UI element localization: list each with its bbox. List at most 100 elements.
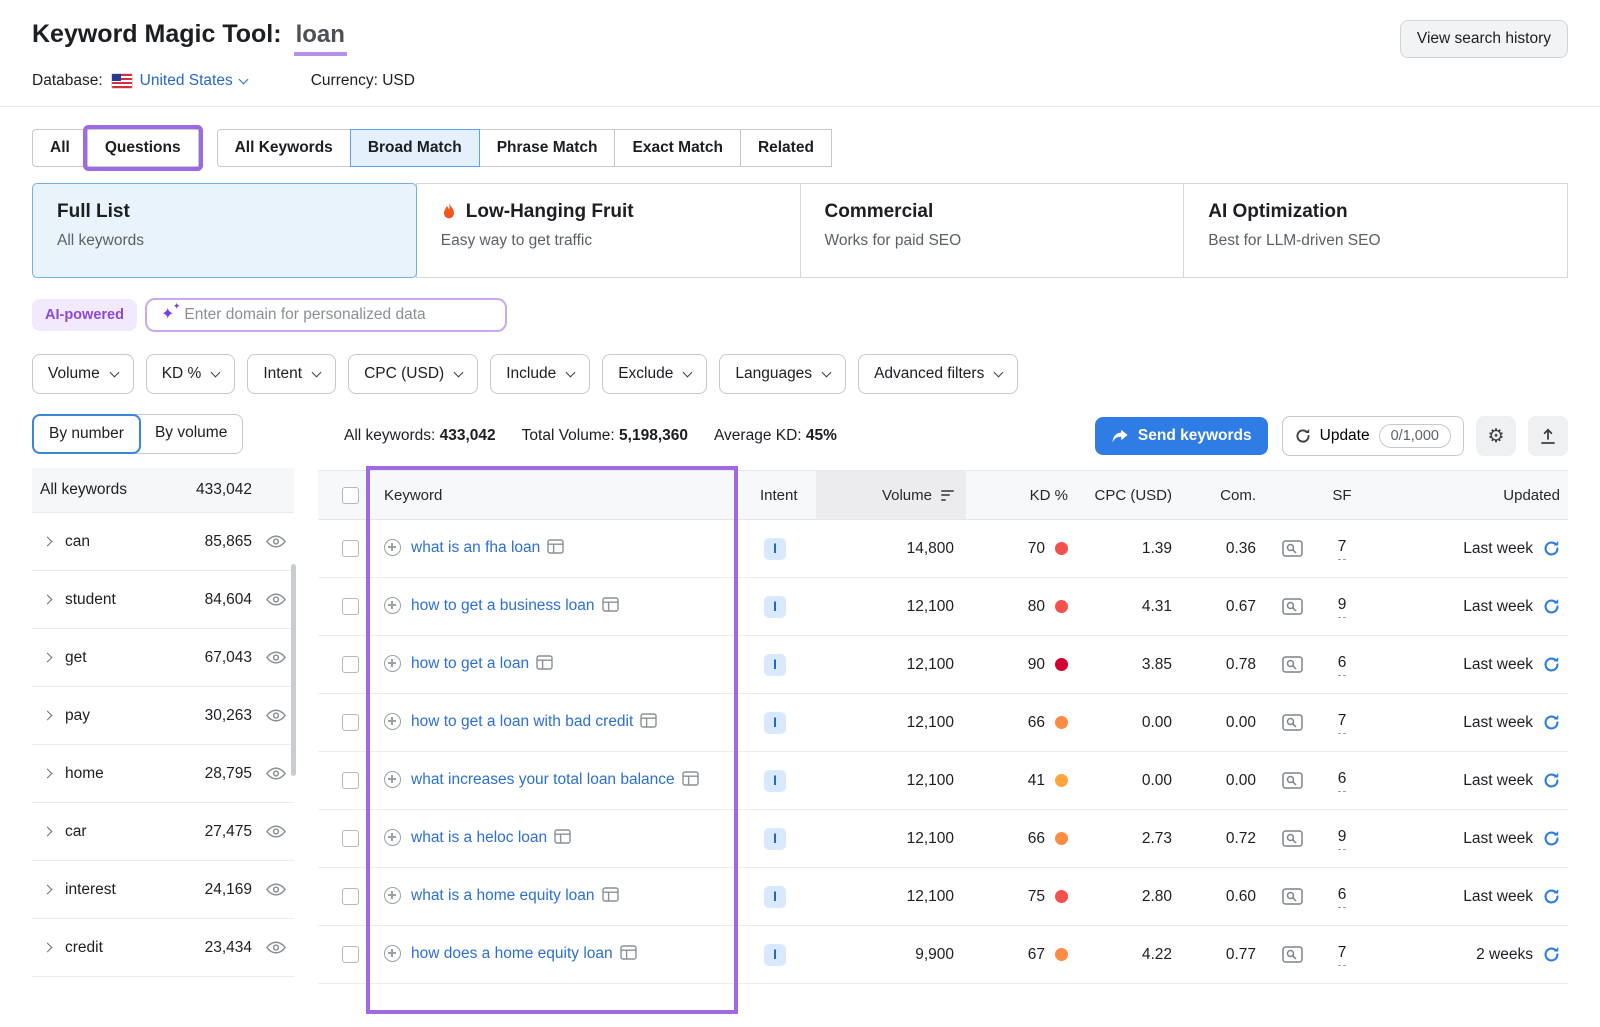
eye-icon[interactable] <box>266 593 286 606</box>
select-all-checkbox[interactable] <box>342 487 359 504</box>
serp-preview-icon[interactable] <box>1282 540 1303 557</box>
sf-count-link[interactable]: 6 <box>1338 654 1347 676</box>
header-com[interactable]: Com. <box>1180 471 1264 519</box>
chevron-right-icon[interactable] <box>43 653 53 663</box>
intent-badge[interactable]: I <box>764 596 786 618</box>
eye-icon[interactable] <box>266 535 286 548</box>
header-sf[interactable]: SF <box>1320 471 1364 519</box>
settings-gear-button[interactable]: ⚙ <box>1476 416 1516 456</box>
refresh-row-icon[interactable] <box>1543 946 1560 963</box>
keyword-group-row[interactable]: get 67,043 <box>32 629 294 687</box>
intent-badge[interactable]: I <box>764 944 786 966</box>
serp-preview-icon[interactable] <box>1282 772 1303 789</box>
refresh-row-icon[interactable] <box>1543 888 1560 905</box>
serp-features-icon[interactable] <box>547 541 564 558</box>
intent-badge[interactable]: I <box>764 886 786 908</box>
keyword-group-row[interactable]: home 28,795 <box>32 745 294 803</box>
refresh-row-icon[interactable] <box>1543 656 1560 673</box>
chevron-right-icon[interactable] <box>43 943 53 953</box>
match-tab[interactable]: Related <box>740 129 832 167</box>
filter-dropdown[interactable]: Volume <box>32 354 134 394</box>
eye-icon[interactable] <box>266 767 286 780</box>
chevron-right-icon[interactable] <box>43 885 53 895</box>
domain-input-box[interactable]: ✦✦ <box>145 298 507 332</box>
match-tab[interactable]: Questions <box>87 129 199 167</box>
preset-card[interactable]: AI Optimization Best for LLM-driven SEO <box>1183 183 1568 278</box>
serp-preview-icon[interactable] <box>1282 946 1303 963</box>
serp-preview-icon[interactable] <box>1282 598 1303 615</box>
row-checkbox[interactable] <box>342 772 359 789</box>
match-tab[interactable]: Broad Match <box>350 129 480 167</box>
header-kd[interactable]: KD % <box>966 471 1074 519</box>
send-keywords-button[interactable]: Send keywords <box>1095 417 1268 455</box>
header-keyword[interactable]: Keyword <box>368 471 734 519</box>
chevron-right-icon[interactable] <box>43 711 53 721</box>
add-keyword-icon[interactable] <box>384 655 401 672</box>
row-checkbox[interactable] <box>342 656 359 673</box>
serp-features-icon[interactable] <box>602 599 619 616</box>
serp-features-icon[interactable] <box>554 831 571 848</box>
refresh-row-icon[interactable] <box>1543 540 1560 557</box>
match-tab[interactable]: Exact Match <box>614 129 740 167</box>
serp-preview-icon[interactable] <box>1282 830 1303 847</box>
filter-dropdown[interactable]: Languages <box>719 354 846 394</box>
preset-card[interactable]: Low-Hanging Fruit Easy way to get traffi… <box>416 183 801 278</box>
refresh-row-icon[interactable] <box>1543 714 1560 731</box>
intent-badge[interactable]: I <box>764 538 786 560</box>
match-tab[interactable]: All Keywords <box>217 129 351 167</box>
filter-dropdown[interactable]: KD % <box>146 354 236 394</box>
view-search-history-button[interactable]: View search history <box>1400 20 1568 58</box>
header-volume[interactable]: Volume <box>816 471 966 519</box>
keyword-group-row[interactable]: credit 23,434 <box>32 919 294 977</box>
update-button[interactable]: Update 0/1,000 <box>1282 416 1464 456</box>
match-tab[interactable]: All <box>32 129 88 167</box>
sf-count-link[interactable]: 9 <box>1338 828 1347 850</box>
keyword-group-row[interactable]: pay 30,263 <box>32 687 294 745</box>
sidebar-scrollbar[interactable] <box>291 564 296 776</box>
sf-count-link[interactable]: 9 <box>1338 596 1347 618</box>
serp-features-icon[interactable] <box>640 715 657 732</box>
serp-features-icon[interactable] <box>602 889 619 906</box>
keyword-group-row[interactable]: can 85,865 <box>32 513 294 571</box>
header-cpc[interactable]: CPC (USD) <box>1074 471 1180 519</box>
row-checkbox[interactable] <box>342 540 359 557</box>
keyword-link[interactable]: how does a home equity loan <box>411 945 613 962</box>
keyword-link[interactable]: how to get a loan <box>411 655 529 672</box>
keyword-group-row[interactable]: interest 24,169 <box>32 861 294 919</box>
intent-badge[interactable]: I <box>764 828 786 850</box>
add-keyword-icon[interactable] <box>384 539 401 556</box>
keyword-group-row[interactable]: student 84,604 <box>32 571 294 629</box>
keyword-link[interactable]: how to get a business loan <box>411 597 595 614</box>
filter-dropdown[interactable]: Intent <box>247 354 336 394</box>
serp-preview-icon[interactable] <box>1282 888 1303 905</box>
refresh-row-icon[interactable] <box>1543 598 1560 615</box>
row-checkbox[interactable] <box>342 714 359 731</box>
chevron-right-icon[interactable] <box>43 827 53 837</box>
add-keyword-icon[interactable] <box>384 713 401 730</box>
keyword-link[interactable]: what is a home equity loan <box>411 887 595 904</box>
keyword-link[interactable]: what is an fha loan <box>411 539 540 556</box>
sf-count-link[interactable]: 6 <box>1338 770 1347 792</box>
serp-features-icon[interactable] <box>682 773 699 790</box>
sf-count-link[interactable]: 7 <box>1338 944 1347 966</box>
add-keyword-icon[interactable] <box>384 887 401 904</box>
domain-input[interactable] <box>184 306 491 324</box>
eye-icon[interactable] <box>266 651 286 664</box>
sf-count-link[interactable]: 7 <box>1338 712 1347 734</box>
row-checkbox[interactable] <box>342 888 359 905</box>
eye-icon[interactable] <box>266 709 286 722</box>
serp-preview-icon[interactable] <box>1282 656 1303 673</box>
sf-count-link[interactable]: 7 <box>1338 538 1347 560</box>
keyword-link[interactable]: how to get a loan with bad credit <box>411 713 633 730</box>
filter-dropdown[interactable]: CPC (USD) <box>348 354 478 394</box>
eye-icon[interactable] <box>266 941 286 954</box>
eye-icon[interactable] <box>266 883 286 896</box>
filter-dropdown[interactable]: Advanced filters <box>858 354 1018 394</box>
row-checkbox[interactable] <box>342 830 359 847</box>
keyword-group-row[interactable]: car 27,475 <box>32 803 294 861</box>
chevron-right-icon[interactable] <box>43 595 53 605</box>
serp-features-icon[interactable] <box>536 657 553 674</box>
serp-preview-icon[interactable] <box>1282 714 1303 731</box>
header-updated[interactable]: Updated <box>1364 471 1568 519</box>
add-keyword-icon[interactable] <box>384 829 401 846</box>
